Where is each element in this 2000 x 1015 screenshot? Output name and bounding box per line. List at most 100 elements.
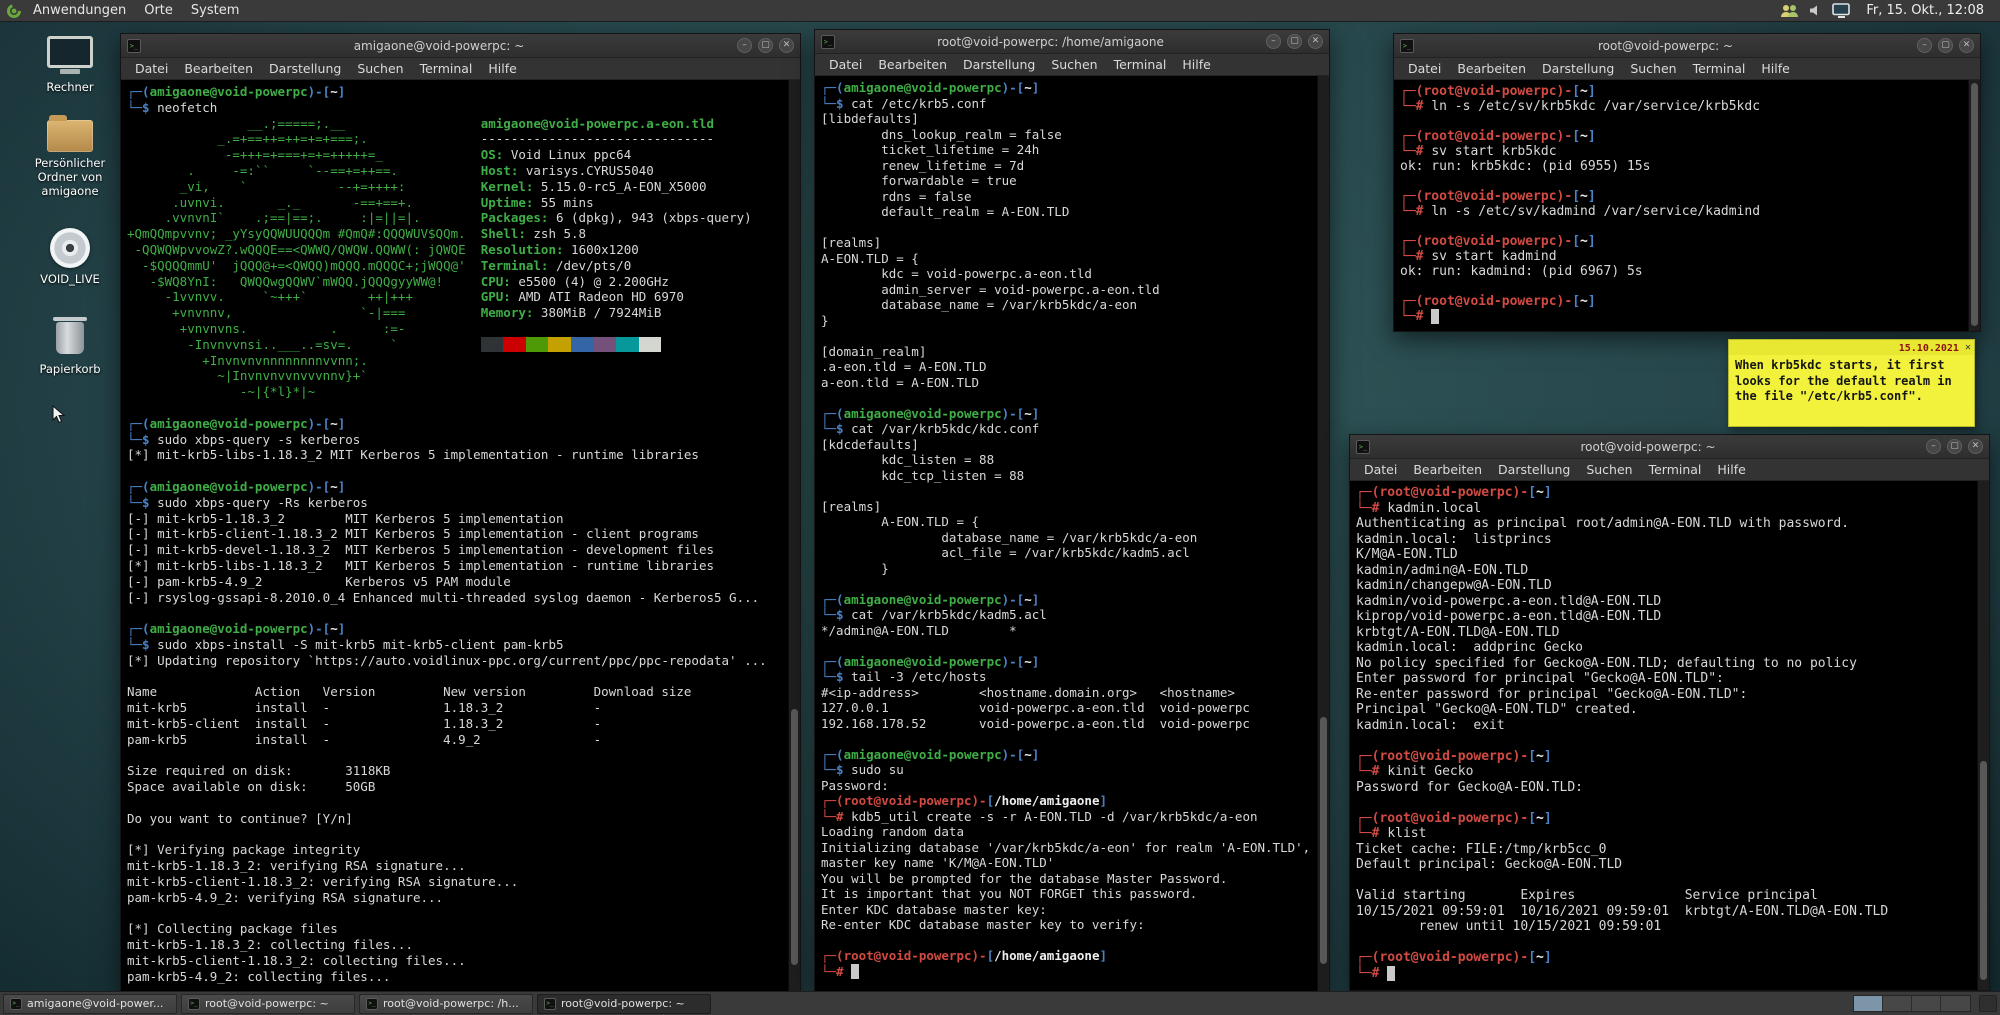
scrollbar-thumb[interactable] [1980,760,1987,980]
menu-item-terminal[interactable]: Terminal [1685,59,1754,78]
window-terminal-left: amigaone@void-powerpc: ~ – ▢ ✕ DateiBear… [120,33,801,993]
terminal-line: mit-krb5-client install - 1.18.3_2 - [127,715,602,731]
terminal-line: acl_file = /var/krb5kdc/kadm5.acl [821,545,1190,560]
terminal-screen[interactable]: ┌─(root@void-powerpc)-[~] └─# ln -s /etc/… [1394,80,1980,331]
terminal-line: [libdefaults] [821,111,919,126]
minimize-button[interactable]: – [1926,439,1941,454]
menu-item-suchen[interactable]: Suchen [1578,460,1640,479]
menu-item-orte[interactable]: Orte [135,1,182,20]
terminal-screen[interactable]: ┌─(amigaone@void-powerpc)-[~] └─$ neofetc… [121,80,800,992]
workspace-1[interactable] [1854,996,1883,1011]
menu-item-datei[interactable]: Datei [1400,59,1449,78]
show-desktop-button[interactable] [1979,995,1997,1012]
menu-item-bearbeiten[interactable]: Bearbeiten [1449,59,1534,78]
menu-item-terminal[interactable]: Terminal [1106,55,1175,74]
menu-item-anwendungen[interactable]: Anwendungen [24,1,135,20]
scrollbar[interactable] [788,80,800,992]
menu-item-terminal[interactable]: Terminal [1641,460,1710,479]
minimize-button[interactable]: – [1266,34,1281,49]
users-icon[interactable] [1780,3,1799,19]
terminal-line: } [821,312,829,328]
menu-item-hilfe[interactable]: Hilfe [1753,59,1797,78]
menu-item-terminal[interactable]: Terminal [412,59,481,78]
desktop-icon-label: Rechner [46,80,94,94]
note-close-icon[interactable]: ✕ [1965,342,1971,354]
menu-item-bearbeiten[interactable]: Bearbeiten [176,59,261,78]
folder-icon [47,115,93,152]
terminal-line: [-] pam-krb5-4.9_2 Kerberos v5 PAM modul… [127,573,511,589]
menu-item-darstellung[interactable]: Darstellung [1534,59,1622,78]
terminal-line: ┌─(root@void-powerpc)-[~] [1400,234,1596,249]
scrollbar-thumb[interactable] [1971,82,1978,326]
menu-item-darstellung[interactable]: Darstellung [955,55,1043,74]
taskbar-button-right-bottom-terminal[interactable]: root@void-powerpc: ~ [537,993,711,1014]
close-button[interactable]: ✕ [1959,38,1974,53]
maximize-button[interactable]: ▢ [1287,34,1302,49]
void-logo-icon[interactable] [6,3,22,19]
terminal-line: 192.168.178.52 void-powerpc.a-eon.tld vo… [821,715,1250,731]
desktop-icon-trash[interactable]: Papierkorb [14,317,126,376]
menu-item-bearbeiten[interactable]: Bearbeiten [870,55,955,74]
titlebar[interactable]: amigaone@void-powerpc: ~ – ▢ ✕ [121,34,800,58]
close-button[interactable]: ✕ [1308,34,1323,49]
menu-item-datei[interactable]: Datei [127,59,176,78]
terminal-line: ┌─(root@void-powerpc)-[/home/amigaone] [821,793,1107,808]
menu-item-hilfe[interactable]: Hilfe [1174,55,1218,74]
terminal-line: ┌─(amigaone@void-powerpc)-[~] [127,621,346,637]
scrollbar[interactable] [1968,80,1980,331]
menu-item-hilfe[interactable]: Hilfe [480,59,524,78]
terminal-screen[interactable]: ┌─(root@void-powerpc)-[~] └─# kadmin.loca… [1350,481,1989,990]
titlebar[interactable]: root@void-powerpc: ~ – ▢ ✕ [1350,435,1989,459]
menu-item-hilfe[interactable]: Hilfe [1709,460,1753,479]
menu-item-suchen[interactable]: Suchen [349,59,411,78]
menu-item-suchen[interactable]: Suchen [1622,59,1684,78]
desktop-icon-computer[interactable]: Rechner [14,36,126,94]
terminal-line: -~|{*l}*|~ [127,384,481,400]
terminal-line: ┌─(root@void-powerpc)-[/home/amigaone] [821,948,1107,963]
terminal-line: -1vvnvv. `~+++` ++|+++ GPU: AMD ATI Rade… [127,289,684,305]
titlebar[interactable]: root@void-powerpc: /home/amigaone – ▢ ✕ [815,30,1329,54]
scrollbar[interactable] [1977,481,1989,990]
panel-clock[interactable]: Fr, 15. Okt., 12:08 [1860,3,1990,18]
workspace-2[interactable] [1883,996,1912,1011]
menu-item-datei[interactable]: Datei [1356,460,1405,479]
taskbar-button-left-terminal[interactable]: amigaone@void-power... [3,993,177,1014]
desktop-icon-home-folder[interactable]: Persönlicher Ordner von amigaone [14,115,126,198]
minimize-button[interactable]: – [1917,38,1932,53]
menu-item-bearbeiten[interactable]: Bearbeiten [1405,460,1490,479]
scrollbar-thumb[interactable] [1320,716,1327,964]
menu-item-darstellung[interactable]: Darstellung [261,59,349,78]
workspace-4[interactable] [1941,996,1970,1011]
maximize-button[interactable]: ▢ [758,38,773,53]
workspace-3[interactable] [1912,996,1941,1011]
maximize-button[interactable]: ▢ [1938,38,1953,53]
window-terminal-middle: root@void-powerpc: /home/amigaone – ▢ ✕ … [814,29,1330,992]
terminal-line: admin_server = void-powerpc.a-eon.tld [821,281,1160,297]
volume-icon[interactable] [1808,3,1823,18]
terminal-line: -$QQQQmmU' jQQQ@+=<QWQQ)mQQQ.mQQQC+;jWQQ… [127,257,632,273]
display-icon[interactable] [1832,2,1851,19]
menu-item-datei[interactable]: Datei [821,55,870,74]
terminal-line: kadmin.local: exit [1356,717,1505,733]
desktop-icon-void-live[interactable]: VOID_LIVE [14,228,126,286]
close-button[interactable]: ✕ [1968,439,1983,454]
sticky-note-header[interactable]: 15.10.2021 ✕ [1729,340,1974,355]
menu-item-suchen[interactable]: Suchen [1043,55,1105,74]
terminal-screen[interactable]: ┌─(amigaone@void-powerpc)-[~] └─$ cat /et… [815,76,1329,991]
titlebar[interactable]: root@void-powerpc: ~ – ▢ ✕ [1394,34,1980,58]
scrollbar[interactable] [1317,76,1329,991]
desktop-icon-label: Persönlicher Ordner von amigaone [34,156,106,198]
scrollbar-thumb[interactable] [791,709,798,965]
menu-item-darstellung[interactable]: Darstellung [1490,460,1578,479]
taskbar-button-middle-terminal[interactable]: root@void-powerpc: /h... [359,993,533,1014]
minimize-button[interactable]: – [737,38,752,53]
maximize-button[interactable]: ▢ [1947,439,1962,454]
taskbar-button-right-top-terminal[interactable]: root@void-powerpc: ~ [181,993,355,1014]
close-button[interactable]: ✕ [779,38,794,53]
menu-item-system[interactable]: System [182,1,248,20]
